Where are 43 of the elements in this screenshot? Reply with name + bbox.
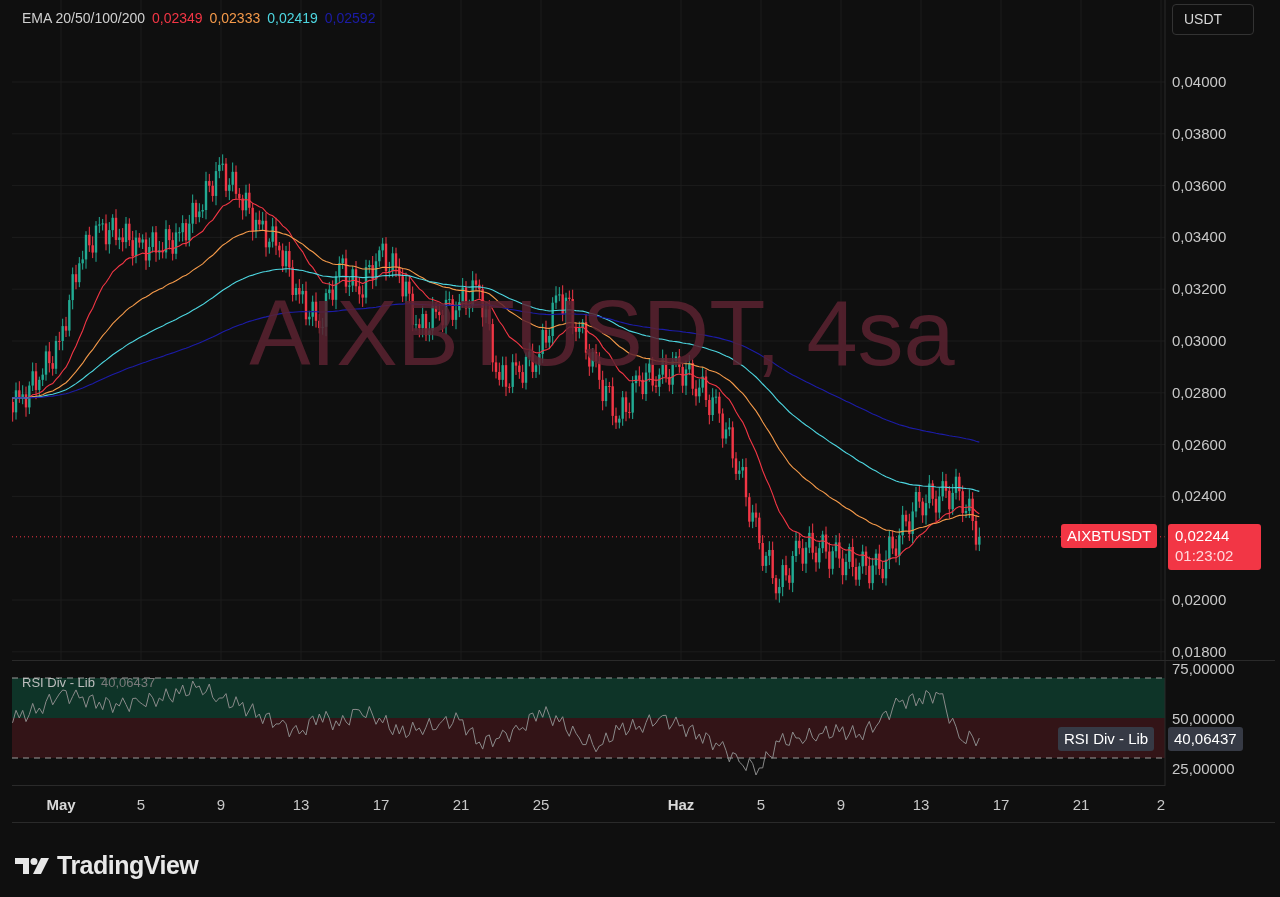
rsi-axis-label: 75,00000 (1172, 661, 1235, 677)
symbol-price-label: AIXBTUSDT (1061, 523, 1158, 548)
time-axis-label: May (46, 795, 76, 815)
price-axis-label: 0,03400 (1172, 228, 1227, 246)
indicator-value: 0,02349 (152, 9, 203, 28)
price-axis-label: 0,02800 (1172, 383, 1227, 401)
time-axis-label: 21 (452, 795, 470, 815)
brand-name: TradingView (57, 850, 199, 881)
time-axis-label: 17 (992, 795, 1010, 815)
rsi-axis-label: 25,00000 (1172, 760, 1235, 777)
time-axis-label: Haz (667, 795, 695, 815)
price-axis-label: 0,04000 (1172, 73, 1227, 90)
price-axis-label: 0,03000 (1172, 332, 1227, 349)
time-axis-label: 17 (372, 795, 390, 815)
indicator-value: 0,02333 (209, 9, 261, 28)
price-axis-label: 0,01800 (1172, 642, 1227, 660)
rsi-indicator-name: RSI Div - Lib (22, 674, 95, 692)
bar-countdown: 01:23:02 (1175, 545, 1235, 566)
time-axis-label: 25 (532, 795, 550, 815)
rsi-indicator-value: 40,06437 (100, 674, 156, 692)
last-price-value: 0,02244 (1175, 525, 1231, 546)
price-axis-label: 0,02000 (1172, 591, 1227, 608)
rsi-name-tag: RSI Div - Lib (1058, 727, 1155, 751)
time-axis-label: 5 (136, 795, 146, 815)
time-axis-label: 13 (292, 795, 310, 815)
time-axis-label: 21 (1072, 795, 1090, 815)
rsi-value-tag: 40,06437 (1168, 727, 1243, 751)
price-axis-label: 0,03600 (1172, 176, 1227, 194)
price-axis-label: 0,03800 (1172, 124, 1227, 142)
time-axis-label: 9 (216, 795, 226, 815)
rsi-axis-label: 50,00000 (1172, 710, 1235, 727)
price-axis-label: 0,03200 (1172, 280, 1227, 298)
currency-button[interactable]: USDT (1172, 4, 1254, 35)
time-axis-label: 5 (756, 795, 766, 815)
time-axis-label: 13 (912, 795, 930, 815)
indicator-value: 0,02592 (324, 9, 376, 28)
logo-icon (15, 855, 51, 876)
time-axis-label: 9 (836, 795, 846, 815)
price-axis-label: 0,02600 (1172, 435, 1227, 453)
indicator-name: EMA 20/50/100/200 (22, 9, 145, 28)
time-axis-label: 2 (1156, 795, 1165, 815)
price-axis-label: 0,02400 (1172, 487, 1227, 505)
indicator-value: 0,02419 (267, 9, 318, 28)
